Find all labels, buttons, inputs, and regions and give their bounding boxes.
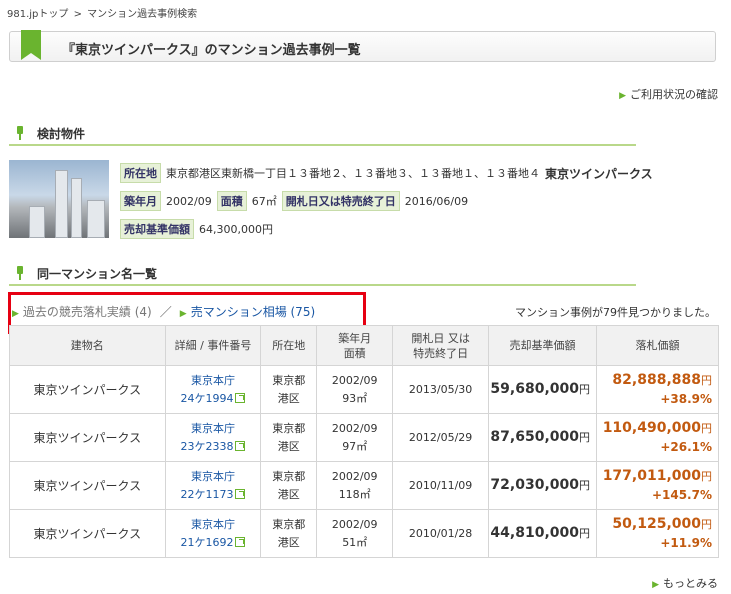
external-link-icon[interactable] [235,488,246,499]
breadcrumb-home-link[interactable]: 981.jpトップ [7,9,68,20]
breadcrumb-current: マンション過去事例検索 [87,9,198,20]
cell-base-price: 87,650,000円 [488,413,597,462]
case-number-link[interactable]: 23ケ2338 [180,440,233,453]
court-link[interactable]: 東京本庁 [191,518,235,531]
cell-bid-price: 82,888,888円 +38.9% [596,365,719,414]
breadcrumb: 981.jpトップ > マンション過去事例検索 [7,5,199,20]
cell-building-name: 東京ツインパークス [9,461,166,510]
cell-bid-price: 177,011,000円 +145.7% [596,461,719,510]
cell-date: 2013/05/30 [392,365,490,414]
built-value: 2002/09 [166,194,212,208]
tab-separator: ／ [159,305,172,319]
col-header-built: 築年月 面積 [316,325,394,366]
breadcrumb-separator: > [73,9,82,20]
cell-base-price: 44,810,000円 [488,509,597,558]
table-row: 東京ツインパークス 東京本庁 21ケ1692 東京都 港区 2002/09 51㎡ 2010/… [9,509,719,558]
table-row: 東京ツインパークス 東京本庁 23ケ2338 東京都 港区 2002/09 97㎡ 2012/… [9,413,719,462]
date-value: 2016/06/09 [404,194,469,208]
cell-built-area: 2002/09 51㎡ [316,509,394,558]
cell-location: 東京都 港区 [260,461,318,510]
tab-past-auctions[interactable]: 過去の競売落札実績 (4) [23,305,152,319]
cell-built-area: 2002/09 118㎡ [316,461,394,510]
cell-built-area: 2002/09 93㎡ [316,365,394,414]
location-label: 所在地 [120,163,161,183]
triangle-right-icon: ▶ [619,91,626,101]
court-link[interactable]: 東京本庁 [191,374,235,387]
col-header-base-price: 売却基準価額 [488,325,597,366]
bid-ratio: +38.9% [660,391,712,406]
section-header-same-mansion: 同一マンション名一覧 [9,264,636,286]
col-header-name: 建物名 [9,325,166,366]
cell-case: 東京本庁 21ケ1692 [164,509,262,558]
cell-building-name: 東京ツインパークス [9,365,166,414]
cell-building-name: 東京ツインパークス [9,509,166,558]
col-header-bid-price: 落札価額 [596,325,719,366]
case-number-link[interactable]: 24ケ1994 [180,392,233,405]
location-value: 東京都港区東新橋一丁目１３番地２、１３番地３、１３番地１、１３番地４ [166,167,540,180]
area-value: 67㎡ [251,195,277,208]
property-name: 東京ツインパークス [545,166,653,181]
bid-ratio: +26.1% [660,439,712,454]
property-photo [9,160,109,238]
area-label: 面積 [216,191,247,211]
col-header-detail: 詳細 / 事件番号 [164,325,262,366]
triangle-right-icon: ▶ [179,309,187,319]
table-header-row: 建物名 詳細 / 事件番号 所在地 築年月 面積 開札日 又は 特売終了日 売却基準… [9,325,719,366]
table-row: 東京ツインパークス 東京本庁 24ケ1994 東京都 港区 2002/09 93㎡ 2013/… [9,365,719,414]
result-count: マンション事例が79件見つかりました。 [515,306,716,319]
triangle-right-icon: ▶ [12,309,19,319]
court-link[interactable]: 東京本庁 [191,470,235,483]
section-title-same-mansion: 同一マンション名一覧 [37,267,158,281]
external-link-icon[interactable] [235,440,246,451]
bookmark-flag-icon [21,30,41,60]
cell-case: 東京本庁 23ケ2338 [164,413,262,462]
cell-case: 東京本庁 24ケ1994 [164,365,262,414]
external-link-icon[interactable] [235,536,246,547]
cell-base-price: 72,030,000円 [488,461,597,510]
property-location-row: 所在地 東京都港区東新橋一丁目１３番地２、１３番地３、１３番地１、１３番地４ 東… [120,163,658,183]
section-title-property: 検討物件 [37,127,86,141]
section-header-property: 検討物件 [9,124,636,146]
property-built-row: 築年月 2002/09 面積 67㎡ 開札日又は特売終了日 2016/06/09 [120,191,473,211]
tab-market-listings[interactable]: 売マンション相場 (75) [191,305,315,319]
table-row: 東京ツインパークス 東京本庁 22ケ1173 東京都 港区 2002/09 118㎡ 2010… [9,461,719,510]
built-label: 築年月 [120,191,161,211]
cell-building-name: 東京ツインパークス [9,413,166,462]
price-label: 売却基準価額 [120,219,194,239]
more-link[interactable]: ▶ もっとみる [652,575,718,591]
bid-ratio: +145.7% [651,487,712,502]
cell-bid-price: 110,490,000円 +26.1% [596,413,719,462]
cell-date: 2010/11/09 [392,461,490,510]
pin-icon [16,126,24,140]
case-number-link[interactable]: 21ケ1692 [180,536,233,549]
cell-built-area: 2002/09 97㎡ [316,413,394,462]
page-title: 『東京ツインパークス』のマンション過去事例一覧 [62,43,361,58]
bid-ratio: +11.9% [660,535,712,550]
usage-status-link[interactable]: ▶ ご利用状況の確認 [619,86,718,102]
triangle-right-icon: ▶ [652,580,659,590]
property-price-row: 売却基準価額 64,300,000円 [120,219,278,239]
cell-case: 東京本庁 22ケ1173 [164,461,262,510]
cell-location: 東京都 港区 [260,509,318,558]
page-title-box: 『東京ツインパークス』のマンション過去事例一覧 [9,30,716,62]
results-table: 建物名 詳細 / 事件番号 所在地 築年月 面積 開札日 又は 特売終了日 売却基準… [9,325,719,558]
court-link[interactable]: 東京本庁 [191,422,235,435]
more-link-label: もっとみる [663,577,718,590]
col-header-date: 開札日 又は 特売終了日 [392,325,490,366]
cell-base-price: 59,680,000円 [488,365,597,414]
date-label: 開札日又は特売終了日 [281,191,400,211]
external-link-icon[interactable] [235,392,246,403]
col-header-location: 所在地 [260,325,318,366]
result-tabs: ▶ 過去の競売落札実績 (4) ／ ▶ 売マンション相場 (75) [12,303,315,320]
cell-date: 2010/01/28 [392,509,490,558]
cell-date: 2012/05/29 [392,413,490,462]
pin-icon [16,266,24,280]
cell-location: 東京都 港区 [260,365,318,414]
price-value: 64,300,000円 [199,223,273,236]
cell-bid-price: 50,125,000円 +11.9% [596,509,719,558]
cell-location: 東京都 港区 [260,413,318,462]
usage-status-label: ご利用状況の確認 [630,88,718,101]
case-number-link[interactable]: 22ケ1173 [180,488,233,501]
